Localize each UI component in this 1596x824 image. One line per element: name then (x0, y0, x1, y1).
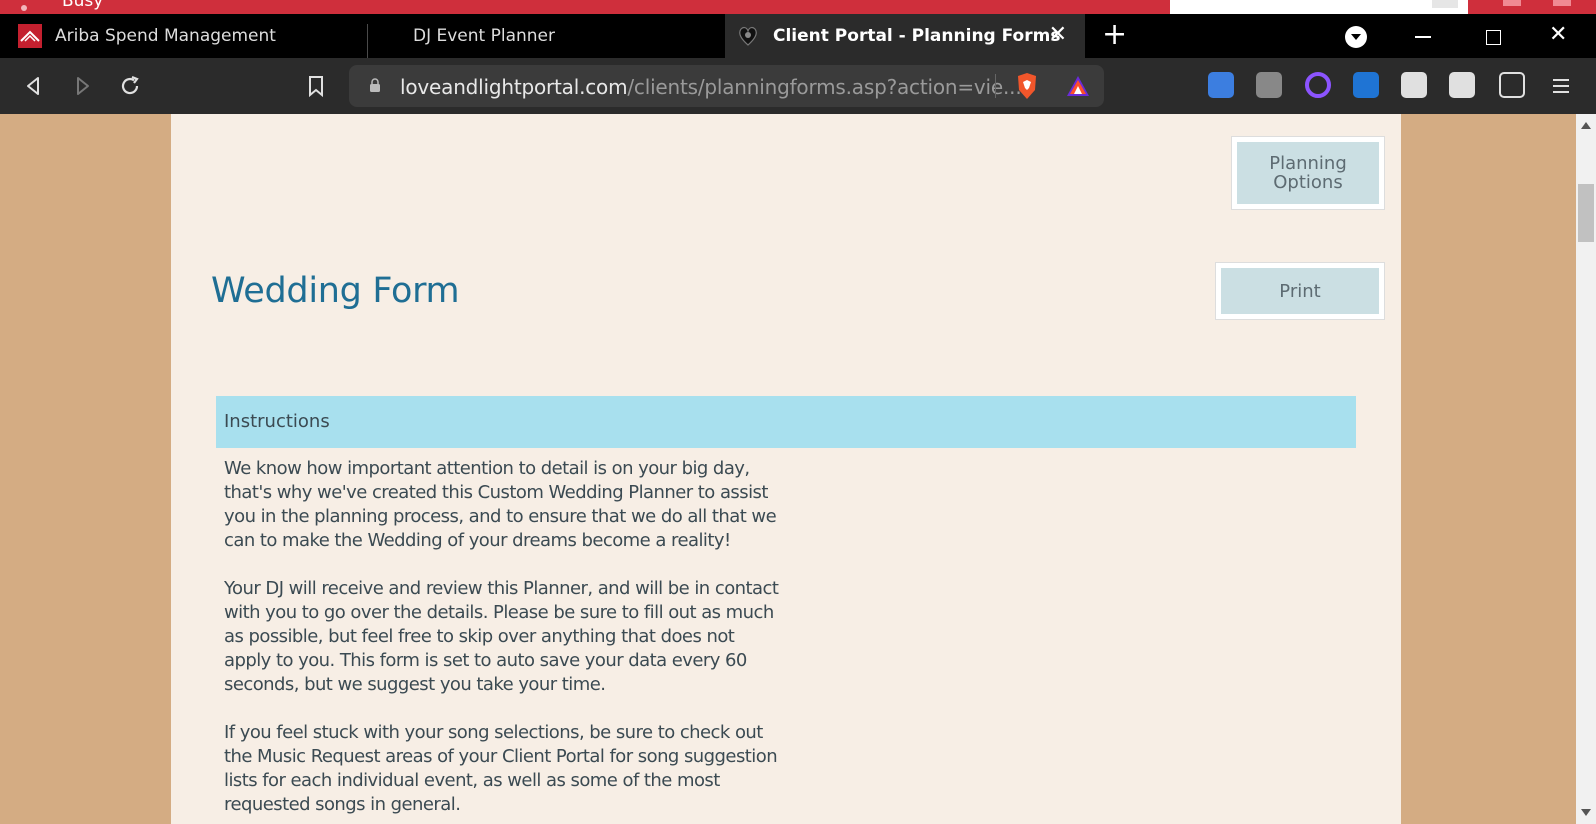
status-dot (21, 5, 27, 11)
url-divider (995, 74, 996, 98)
instructions-paragraph: If you feel stuck with your song selecti… (224, 722, 778, 815)
print-label: Print (1221, 268, 1379, 314)
os-icon-fragment (1553, 0, 1571, 6)
os-status-strip: Busy (0, 0, 1596, 14)
tab-label: Client Portal - Planning Forms (773, 26, 1061, 46)
tab-ariba[interactable]: Ariba Spend Management (18, 14, 363, 58)
page-viewport: Planning Options Print Wedding Form Inst… (0, 114, 1576, 824)
instructions-paragraph: We know how important attention to detai… (224, 458, 777, 551)
tab-divider (367, 24, 368, 58)
url-path: /clients/planningforms.asp?action=vie... (627, 75, 1022, 99)
heart-favicon-icon (737, 24, 759, 48)
scroll-down-icon[interactable] (1581, 809, 1591, 816)
planning-options-button[interactable]: Planning Options (1231, 136, 1385, 210)
translate-icon[interactable] (1208, 72, 1234, 98)
page-title: Wedding Form (211, 271, 460, 311)
url-text[interactable]: loveandlightportal.com/clients/planningf… (400, 75, 1022, 99)
tab-client-portal[interactable]: Client Portal - Planning Forms ✕ (725, 14, 1085, 58)
back-icon[interactable] (22, 74, 46, 98)
menu-icon[interactable] (1549, 74, 1573, 98)
browser-toolbar: loveandlightportal.com/clients/planningf… (0, 58, 1596, 114)
instructions-header-label: Instructions (224, 411, 330, 432)
instructions-paragraph: Your DJ will receive and review this Pla… (224, 578, 779, 695)
circle-extension-icon[interactable] (1305, 72, 1331, 98)
brave-rewards-icon[interactable] (1065, 74, 1091, 98)
upload-extension-icon[interactable] (1401, 72, 1427, 98)
vertical-scrollbar[interactable] (1576, 114, 1596, 824)
instructions-body: We know how important attention to detai… (224, 457, 780, 824)
maximize-window-icon[interactable] (1486, 30, 1501, 45)
busy-status-text: Busy (62, 0, 104, 11)
tab-label: DJ Event Planner (413, 26, 556, 46)
tab-dj-event-planner[interactable]: DJ Event Planner (413, 14, 713, 58)
scrollbar-thumb[interactable] (1578, 184, 1594, 242)
ariba-favicon-icon (18, 24, 42, 48)
wallet-icon[interactable] (1499, 72, 1525, 98)
scroll-up-icon[interactable] (1581, 122, 1591, 129)
reload-icon[interactable] (118, 74, 142, 98)
lock-icon (370, 78, 380, 92)
copies-icon[interactable] (1256, 72, 1282, 98)
os-search-field[interactable] (1170, 0, 1468, 14)
brave-shields-icon[interactable] (1015, 72, 1039, 100)
address-bar[interactable]: loveandlightportal.com/clients/planningf… (349, 65, 1104, 107)
minimize-window-icon[interactable] (1415, 36, 1431, 38)
tab-search-icon[interactable] (1345, 26, 1367, 48)
close-window-icon[interactable]: ✕ (1549, 22, 1567, 47)
puzzle-icon[interactable] (1449, 72, 1475, 98)
bookmark-icon[interactable] (304, 74, 328, 98)
print-button[interactable]: Print (1215, 262, 1385, 320)
content-card: Planning Options Print Wedding Form Inst… (171, 114, 1401, 824)
instructions-header: Instructions (216, 396, 1356, 448)
browser-tab-bar: Ariba Spend Management DJ Event Planner … (0, 14, 1596, 58)
tab-label: Ariba Spend Management (55, 26, 276, 46)
os-icon-fragment (1503, 0, 1521, 6)
new-tab-button[interactable]: + (1102, 20, 1127, 50)
forward-icon[interactable] (70, 74, 94, 98)
planning-options-label: Planning Options (1237, 142, 1379, 204)
close-tab-icon[interactable]: ✕ (1049, 24, 1067, 46)
p-extension-icon[interactable] (1353, 72, 1379, 98)
url-domain: loveandlightportal.com (400, 75, 628, 99)
